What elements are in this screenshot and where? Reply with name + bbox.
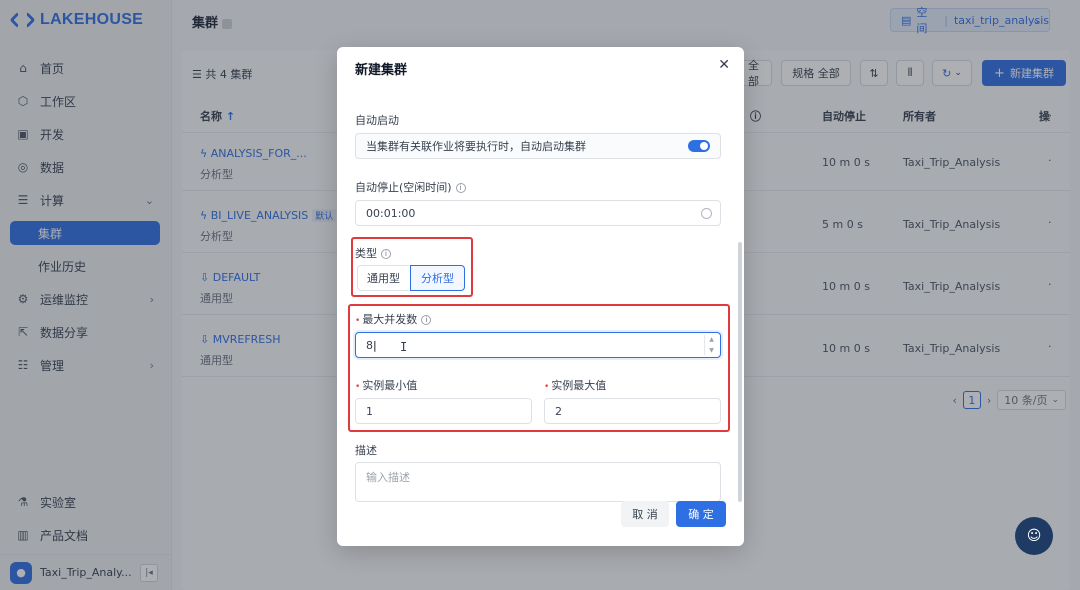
close-icon[interactable]: ✕ [718,57,730,73]
auto-stop-time-value: 00:01:00 [366,206,416,220]
info-icon[interactable]: i [455,183,466,193]
description-placeholder: 输入描述 [366,471,410,484]
dialog-body: 自动启动 当集群有关联作业将要执行时，自动启动集群 自动停止(空闲时间) i 00… [337,92,744,524]
dialog-scrollbar[interactable] [738,242,742,502]
cancel-button[interactable]: 取 消 [621,501,669,527]
auto-start-toggle[interactable] [688,140,710,152]
new-cluster-dialog: 新建集群 ✕ 自动启动 当集群有关联作业将要执行时，自动启动集群 自动停止(空闲… [337,47,744,546]
auto-start-label: 自动启动 [355,114,399,127]
auto-start-field: 当集群有关联作业将要执行时，自动启动集群 [355,133,721,159]
highlight-box-type [351,237,473,297]
chat-icon: ☺ [1026,528,1042,544]
auto-stop-label-text: 自动停止(空闲时间) [355,181,452,194]
help-chat-button[interactable]: ☺ [1015,517,1053,555]
auto-start-text: 当集群有关联作业将要执行时，自动启动集群 [366,140,586,153]
auto-stop-time-input[interactable]: 00:01:00 [355,200,721,226]
confirm-button[interactable]: 确 定 [676,501,726,527]
clock-icon [701,208,712,219]
auto-stop-label: 自动停止(空闲时间) i [355,179,466,195]
description-label: 描述 [355,444,377,457]
dialog-title: 新建集群 [355,63,408,78]
highlight-box-concurrency [348,304,730,432]
description-input[interactable]: 输入描述 [355,462,721,502]
